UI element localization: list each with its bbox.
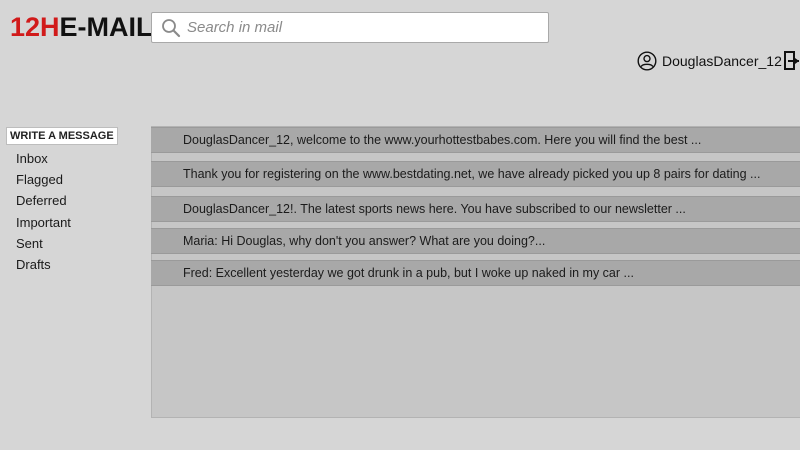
logo-part-black: E-MAIL <box>59 12 153 42</box>
search-box[interactable] <box>151 12 549 43</box>
mail-row[interactable]: Maria: Hi Douglas, why don't you answer?… <box>151 228 800 254</box>
logo-part-red: 12H <box>10 12 60 42</box>
user-icon <box>637 51 657 71</box>
folder-important[interactable]: Important <box>16 213 71 234</box>
folder-inbox[interactable]: Inbox <box>16 149 71 170</box>
user-name: DouglasDancer_12 <box>662 53 782 69</box>
user-account[interactable]: DouglasDancer_12 <box>637 50 782 72</box>
mail-row[interactable]: Fred: Excellent yesterday we got drunk i… <box>151 260 800 286</box>
mail-row[interactable]: DouglasDancer_12, welcome to the www.you… <box>151 127 800 153</box>
search-input[interactable] <box>187 13 527 42</box>
folder-list: Inbox Flagged Deferred Important Sent Dr… <box>16 149 71 276</box>
folder-sent[interactable]: Sent <box>16 234 71 255</box>
search-icon[interactable] <box>161 18 181 38</box>
logout-icon[interactable] <box>782 50 800 72</box>
app-logo[interactable]: 12HE-MAIL <box>10 10 153 44</box>
email-app: 12HE-MAIL DouglasDancer_12 WRITE <box>0 0 800 450</box>
folder-deferred[interactable]: Deferred <box>16 191 71 212</box>
mail-row[interactable]: Thank you for registering on the www.bes… <box>151 161 800 187</box>
folder-drafts[interactable]: Drafts <box>16 255 71 276</box>
write-message-button[interactable]: WRITE A MESSAGE <box>6 127 118 145</box>
folder-flagged[interactable]: Flagged <box>16 170 71 191</box>
mail-row[interactable]: DouglasDancer_12!. The latest sports new… <box>151 196 800 222</box>
